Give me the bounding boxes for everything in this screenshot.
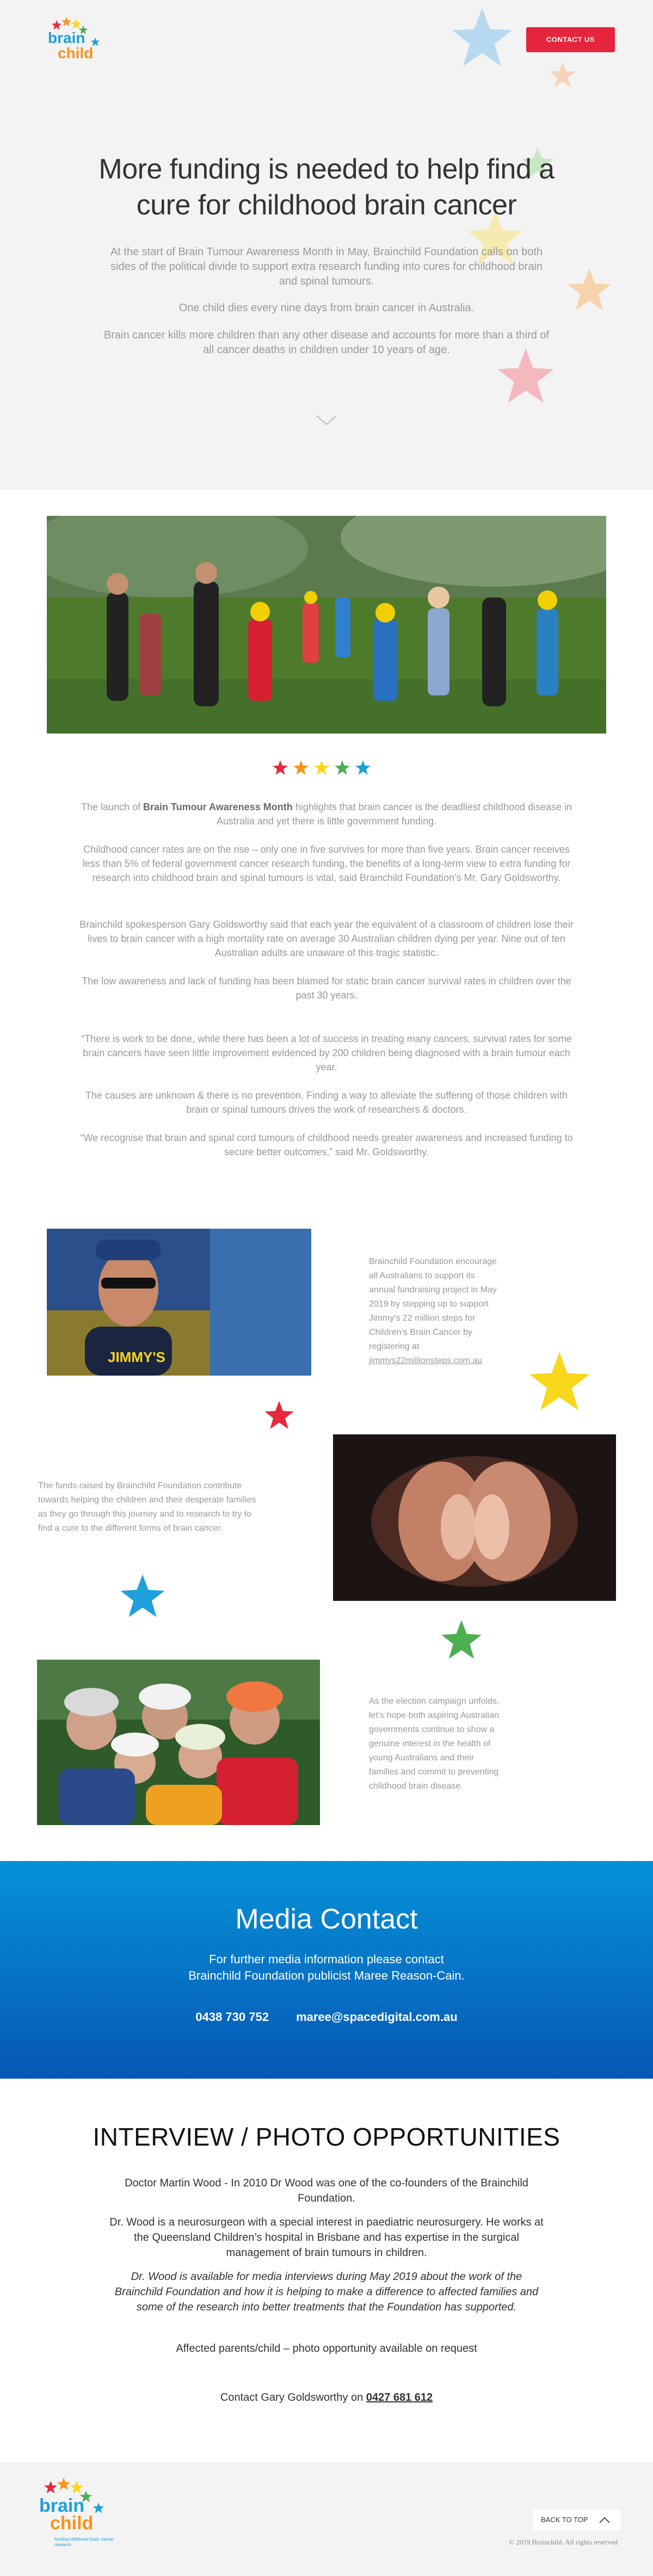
copyright: © 2019 Brainchild. All rights reserved bbox=[509, 2538, 618, 2546]
hero-statistic-2: Brain cancer kills more children than an… bbox=[103, 329, 550, 356]
article-quote: “There is work to be done, while there h… bbox=[81, 1033, 572, 1073]
feature-text-election: As the election campaign unfolds, let’s … bbox=[369, 1697, 500, 1791]
decorative-star-icon bbox=[449, 5, 515, 71]
hero-statistic: One child dies every nine days from brai… bbox=[178, 302, 475, 314]
decorative-star-icon bbox=[549, 61, 577, 89]
media-email-link[interactable]: maree@spacedigital.com.au bbox=[296, 2010, 458, 2024]
scroll-down-chevron-icon[interactable] bbox=[316, 414, 337, 427]
media-contact-details: 0438 730 752 maree@spacedigital.com.au bbox=[0, 2009, 653, 2025]
logo-word-brain: brain bbox=[48, 29, 85, 46]
jimmy-photo: JIMMY'S bbox=[47, 1229, 311, 1376]
baby-feet-hands-photo bbox=[333, 1434, 616, 1601]
children-circle-photo bbox=[47, 516, 606, 734]
interview-paragraph: Doctor Martin Wood - In 2010 Dr Wood was… bbox=[125, 2177, 528, 2204]
kids-helmets-photo bbox=[37, 1660, 320, 1825]
article-paragraph: Childhood cancer rates are on the rise –… bbox=[82, 844, 571, 883]
page-title: More funding is needed to help find a cu… bbox=[98, 153, 555, 221]
article-paragraph: Brainchild spokesperson Gary Goldsworthy… bbox=[79, 919, 574, 958]
article-quote: “We recognise that brain and spinal cord… bbox=[80, 1132, 573, 1157]
hero-section: brain child CONTACT US More funding is n… bbox=[0, 0, 653, 490]
media-contact-text: For further media information please con… bbox=[188, 1952, 465, 1982]
article-paragraph: The low awareness and lack of funding ha… bbox=[82, 976, 571, 1001]
interview-paragraph: Affected parents/child – photo opportuni… bbox=[176, 2343, 477, 2355]
media-phone-link[interactable]: 0438 730 752 bbox=[195, 2010, 269, 2024]
article-paragraph: The causes are unknown & there is no pre… bbox=[85, 1090, 568, 1115]
footer: brain child funding childhood brain canc… bbox=[0, 2462, 653, 2576]
brainchild-logo[interactable]: brain child bbox=[47, 16, 107, 68]
interview-title: INTERVIEW / PHOTO OPPORTUNITIES bbox=[93, 2123, 560, 2151]
back-to-top-button[interactable]: BACK TO TOP bbox=[533, 2510, 620, 2530]
green-star-icon bbox=[440, 1618, 483, 1662]
contact-phone-link[interactable]: 0427 681 612 bbox=[366, 2392, 433, 2404]
interview-paragraph: Dr. Wood is a neurosurgeon with a specia… bbox=[109, 2216, 544, 2259]
feature-text-steps: Brainchild Foundation encourage all Aust… bbox=[369, 1257, 497, 1365]
blue-star-icon bbox=[119, 1573, 167, 1620]
contact-us-button[interactable]: CONTACT US bbox=[526, 27, 615, 52]
media-contact-title: Media Contact bbox=[235, 1903, 418, 1935]
svg-text:JIMMY'S: JIMMY'S bbox=[108, 1349, 165, 1365]
chevron-up-icon bbox=[599, 2517, 610, 2523]
article-paragraph: The launch of Brain Tumour Awareness Mon… bbox=[81, 802, 572, 827]
interview-availability: Dr. Wood is available for media intervie… bbox=[114, 2271, 539, 2313]
decorative-star-icon bbox=[566, 267, 613, 313]
steps-registration-link[interactable]: jimmys22millionsteps.com.au bbox=[369, 1356, 482, 1365]
media-contact-section: Media Contact For further media informat… bbox=[0, 1861, 653, 2079]
yellow-star-icon bbox=[527, 1349, 592, 1415]
interview-contact: Contact Gary Goldsworthy on 0427 681 612 bbox=[220, 2392, 433, 2404]
feature-text-funds: The funds raised by Brainchild Foundatio… bbox=[38, 1481, 256, 1533]
red-star-icon bbox=[263, 1400, 295, 1431]
logo-word-child: child bbox=[58, 45, 94, 61]
hero-intro: At the start of Brain Tumour Awareness M… bbox=[110, 246, 543, 287]
divider-stars bbox=[272, 760, 381, 777]
